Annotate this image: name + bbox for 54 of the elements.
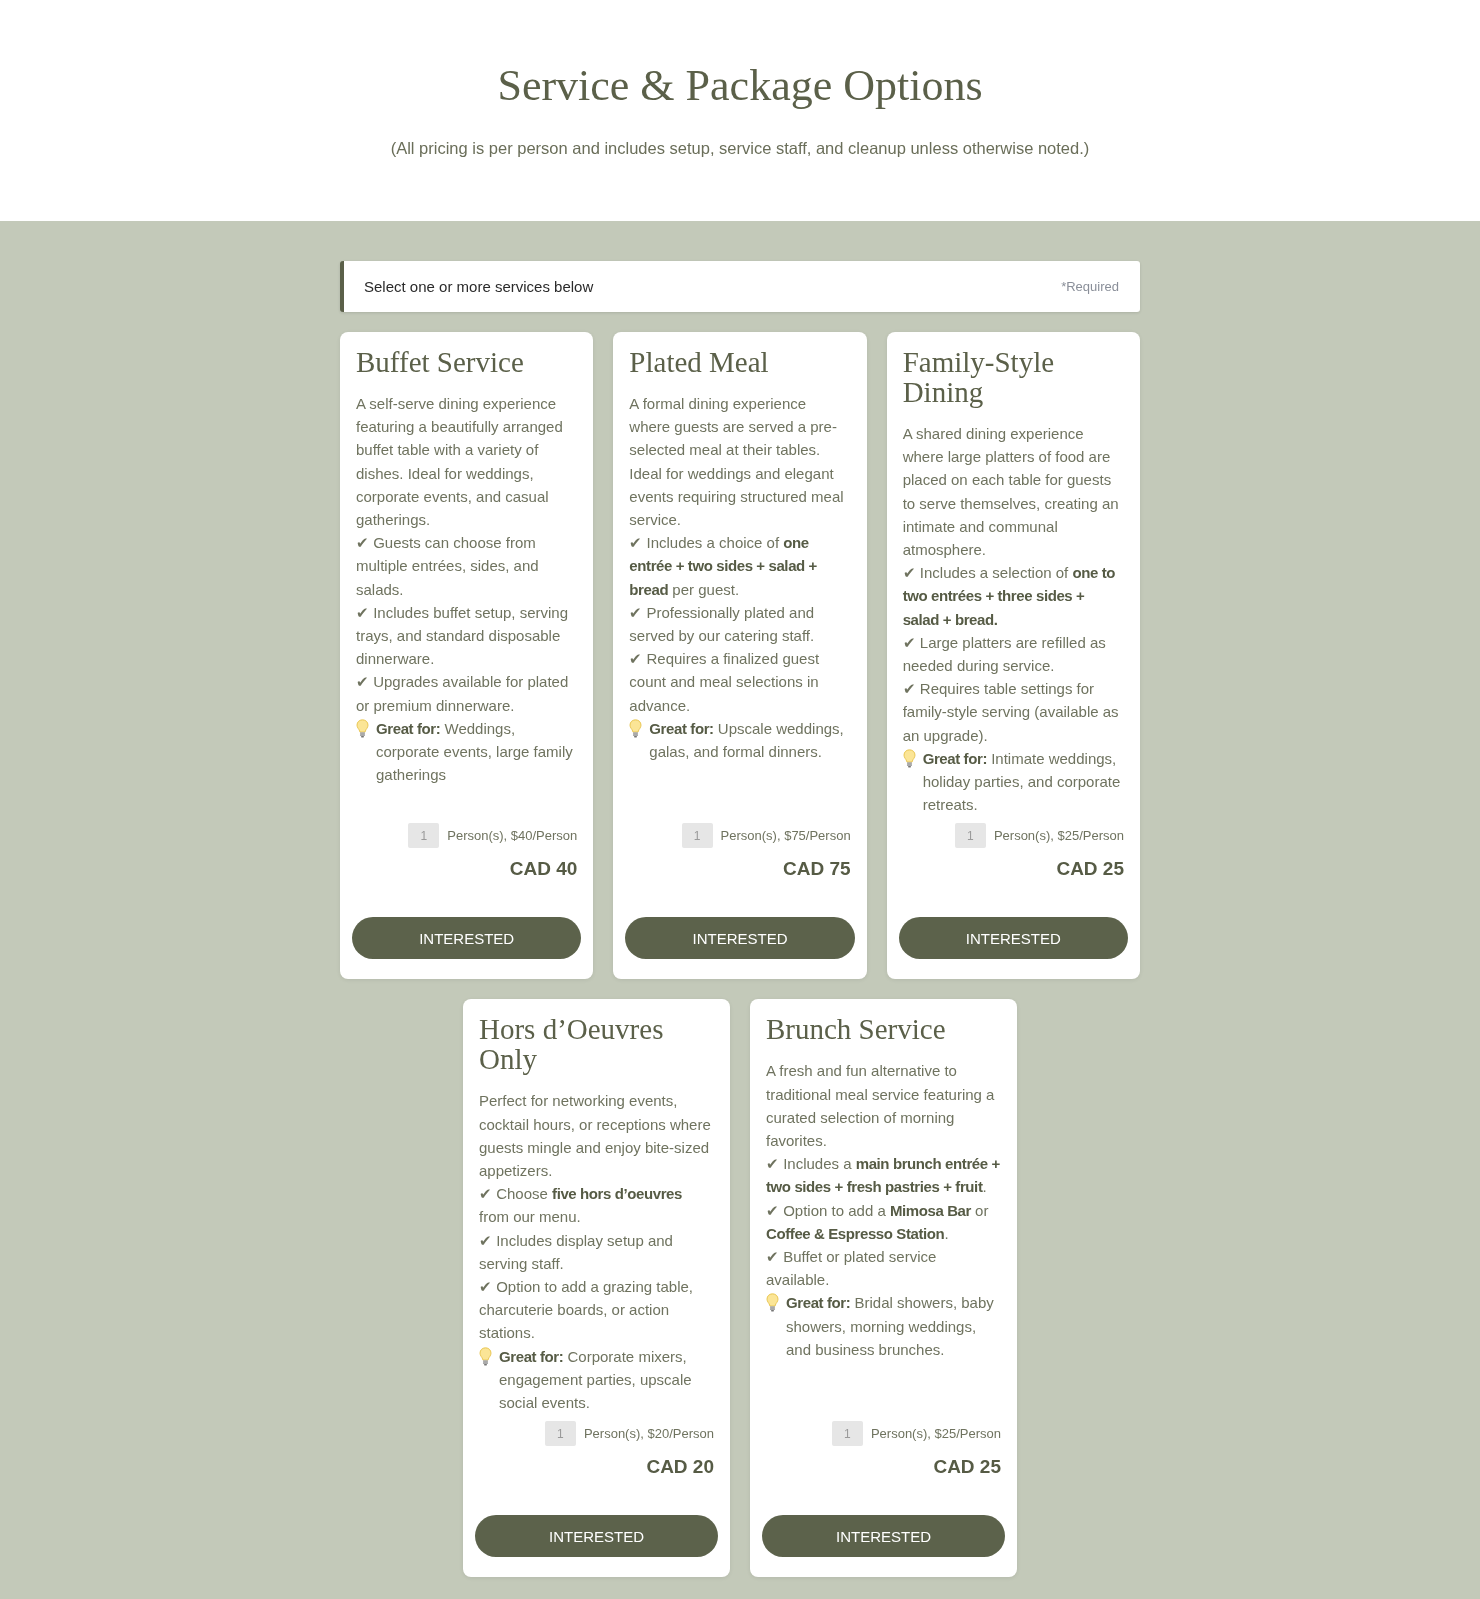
great-for-text: Great for: Upscale weddings, galas, and formal dinners. bbox=[649, 718, 845, 763]
great-for-text: Great for: Corporate mixers, engagement parties, upscale social events. bbox=[499, 1346, 693, 1414]
feature-text: ✔ Buffet or plated service available. bbox=[766, 1247, 938, 1291]
price-per-person-label: Person(s), $75/Person bbox=[720, 828, 851, 844]
price-per-person-label: Person(s), $40/Person bbox=[447, 828, 578, 844]
required-label: *Required bbox=[1061, 279, 1119, 294]
card-title: Hors d’Oeuvres Only bbox=[479, 1014, 665, 1075]
interested-button[interactable]: INTERESTED bbox=[475, 1515, 718, 1558]
total-price: CAD 25 bbox=[1055, 857, 1124, 882]
great-for-text: Great for: Bridal showers, baby showers, morning weddings, and business brunches. bbox=[786, 1293, 995, 1360]
lightbulb-icon bbox=[629, 718, 643, 738]
total-price: CAD 25 bbox=[932, 1455, 1001, 1480]
total-price: CAD 40 bbox=[508, 857, 578, 882]
feature-text: ✔ Choose five hors d’oeuvres from our menu. bbox=[479, 1184, 683, 1228]
card-title: Plated Meal bbox=[629, 347, 770, 377]
description-text: Perfect for networking events, cocktail hours, or receptions where guests mingle and enjoy bite-sized appetizers. bbox=[479, 1091, 712, 1182]
total-price: CAD 75 bbox=[782, 857, 851, 882]
description-text: A shared dining experience where large platters of food are placed on each table for guests to serve themselves, creating an intimate and communal atmosphere. bbox=[902, 424, 1120, 560]
feature-text: ✔ Guests can choose from multiple entrées, sides, and salads. bbox=[356, 533, 540, 600]
feature-text: ✔ Requires table settings for family-style serving (available as an upgrade). bbox=[902, 679, 1120, 746]
lightbulb-icon bbox=[766, 1293, 779, 1313]
feature-text: ✔ Includes display setup and serving staff. bbox=[479, 1230, 674, 1274]
card-title: Brunch Service bbox=[766, 1014, 947, 1045]
total-price: CAD 20 bbox=[645, 1455, 714, 1480]
feature-text: ✔ Includes a choice of one entrée + two sides + salad + bread per guest. bbox=[629, 533, 818, 600]
price-per-person-label: Person(s), $25/Person bbox=[870, 1426, 1001, 1442]
page-subtitle: (All pricing is per person and includes setup, service staff, and cleanup unless otherwise noted.) bbox=[389, 138, 1091, 159]
lightbulb-icon bbox=[356, 718, 369, 738]
feature-text: ✔ Large platters are refilled as needed during service. bbox=[902, 632, 1107, 677]
interested-button[interactable]: INTERESTED bbox=[898, 917, 1128, 960]
interested-button[interactable]: INTERESTED bbox=[352, 917, 582, 960]
feature-text: ✔ Includes a main brunch entrée + two sides + fresh pastries + fruit. bbox=[766, 1154, 1001, 1198]
card-title: Buffet Service bbox=[356, 347, 525, 377]
feature-text: ✔ Professionally plated and served by our catering staff. bbox=[629, 602, 816, 647]
card-title: Family-Style Dining bbox=[902, 347, 1056, 407]
page-title: Service & Package Options bbox=[496, 61, 984, 111]
notice-text: Select one or more services below bbox=[364, 278, 594, 295]
feature-text: ✔ Includes buffet setup, serving trays, and standard disposable dinnerware. bbox=[356, 602, 569, 670]
price-per-person-label: Person(s), $20/Person bbox=[583, 1426, 714, 1442]
feature-text: ✔ Option to add a Mimosa Bar or Coffee & Espresso Station. bbox=[766, 1200, 990, 1244]
lightbulb-icon bbox=[479, 1346, 492, 1366]
lightbulb-icon bbox=[902, 748, 916, 768]
feature-text: ✔ Requires a finalized guest count and meal selections in advance. bbox=[629, 649, 821, 716]
price-per-person-label: Person(s), $25/Person bbox=[993, 828, 1124, 844]
feature-text: ✔ Includes a selection of one to two entrées + three sides + salad + bread. bbox=[902, 563, 1116, 630]
description-text: A formal dining experience where guests are served a pre-selected meal at their tables. Ideal for weddings and elegant events requiring structured meal service. bbox=[629, 394, 845, 530]
description-text: A self-serve dining experience featuring a beautifully arranged buffet table with a variety of dishes. Ideal for weddings, corporate events, and casual gatherings. bbox=[356, 394, 564, 530]
feature-text: ✔ Option to add a grazing table, charcuterie boards, or action stations. bbox=[479, 1277, 694, 1344]
great-for-text: Great for: Intimate weddings, holiday parties, and corporate retreats. bbox=[922, 748, 1122, 816]
feature-text: ✔ Upgrades available for plated or premium dinnerware. bbox=[356, 672, 570, 716]
description-text: A fresh and fun alternative to traditional meal service featuring a curated selection of morning favorites. bbox=[766, 1061, 996, 1152]
great-for-text: Great for: Weddings, corporate events, large family gatherings bbox=[376, 718, 574, 786]
interested-button[interactable]: INTERESTED bbox=[625, 917, 855, 960]
interested-button[interactable]: INTERESTED bbox=[762, 1515, 1005, 1558]
